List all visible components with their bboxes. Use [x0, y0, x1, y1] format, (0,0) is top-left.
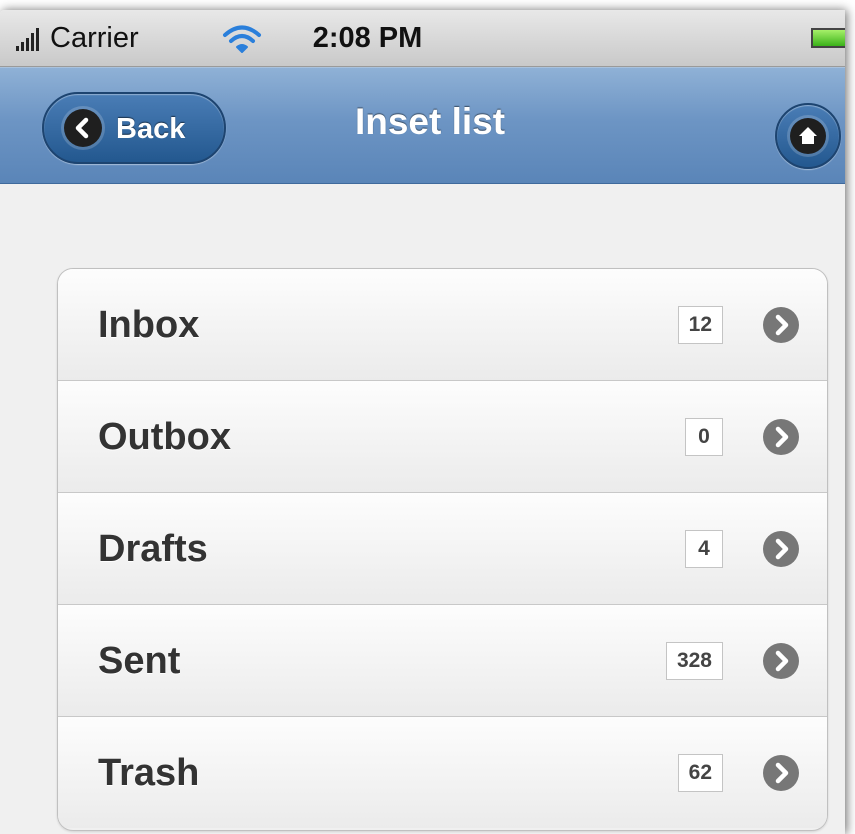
- count-badge: 12: [677, 306, 723, 344]
- chevron-right-icon: [763, 643, 799, 679]
- back-button[interactable]: Back: [42, 92, 226, 164]
- battery-icon: [811, 28, 845, 48]
- status-bar: Carrier 2:08 PM: [0, 10, 845, 67]
- chevron-right-icon: [763, 419, 799, 455]
- count-badge: 0: [685, 418, 723, 456]
- status-time: 2:08 PM: [312, 22, 423, 54]
- page-title: Inset list: [354, 101, 506, 142]
- chevron-right-icon: [763, 755, 799, 791]
- back-button-label: Back: [116, 113, 186, 145]
- list-item-outbox[interactable]: Outbox 0: [58, 381, 827, 493]
- list-item-label: Trash: [98, 752, 200, 794]
- screen: Carrier 2:08 PM Back Inset list Inbox 12…: [0, 0, 855, 834]
- list-item-label: Outbox: [98, 416, 231, 458]
- list-item-label: Sent: [98, 640, 181, 682]
- home-icon: [790, 118, 826, 154]
- count-badge: 4: [685, 530, 723, 568]
- count-badge: 328: [665, 642, 723, 680]
- chevron-left-icon: [64, 109, 102, 147]
- header-bar: Back Inset list: [0, 67, 845, 184]
- list-item-label: Inbox: [98, 304, 200, 346]
- inset-list: Inbox 12 Outbox 0 Drafts 4 Sent 328 Tras…: [57, 268, 828, 831]
- list-item-label: Drafts: [98, 528, 208, 570]
- home-button[interactable]: [775, 103, 841, 169]
- chevron-right-icon: [763, 531, 799, 567]
- device-frame: Carrier 2:08 PM Back Inset list Inbox 12…: [0, 10, 845, 834]
- count-badge: 62: [677, 754, 723, 792]
- list-item-sent[interactable]: Sent 328: [58, 605, 827, 717]
- list-item-inbox[interactable]: Inbox 12: [58, 269, 827, 381]
- list-item-trash[interactable]: Trash 62: [58, 717, 827, 828]
- list-item-drafts[interactable]: Drafts 4: [58, 493, 827, 605]
- chevron-right-icon: [763, 307, 799, 343]
